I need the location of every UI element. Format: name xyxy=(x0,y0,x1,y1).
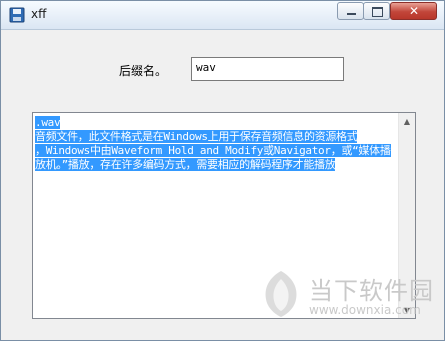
close-button[interactable]: ✕ xyxy=(390,2,437,20)
window-title: xff xyxy=(31,7,47,21)
minimize-button[interactable] xyxy=(337,2,364,20)
save-disk-icon xyxy=(9,7,25,23)
extension-input[interactable]: wav xyxy=(191,57,344,81)
minimize-icon xyxy=(347,13,356,15)
extension-label: 后缀名。 xyxy=(119,64,168,78)
result-text: .wav 音频文件，此文件格式是在Windows上用于保存音频信息的资源格式 ，… xyxy=(35,116,399,172)
result-line: .wav xyxy=(35,116,61,129)
watermark-url: www.downxia.com xyxy=(309,303,421,317)
result-line: ，Windows中由Waveform Hold and Modify或Navig… xyxy=(35,144,391,157)
watermark: 当下软件园 www.downxia.com xyxy=(259,269,439,329)
main-window: xff ✕ 后缀名。 wav .wav 音频文件，此文件格式是在Windows上… xyxy=(0,0,445,341)
scroll-up-icon[interactable]: ▲ xyxy=(399,113,415,129)
title-bar[interactable]: xff ✕ xyxy=(1,1,444,30)
result-line: 音频文件，此文件格式是在Windows上用于保存音频信息的资源格式 xyxy=(35,130,358,143)
close-icon: ✕ xyxy=(409,4,420,18)
maximize-icon xyxy=(372,7,383,17)
watermark-brand: 当下软件园 xyxy=(309,277,434,305)
maximize-button[interactable] xyxy=(363,2,390,20)
downxia-logo-icon xyxy=(265,271,297,317)
result-line: 放机。”播放，存在许多编码方式，需要相应的解码程序才能播放 xyxy=(35,158,336,171)
